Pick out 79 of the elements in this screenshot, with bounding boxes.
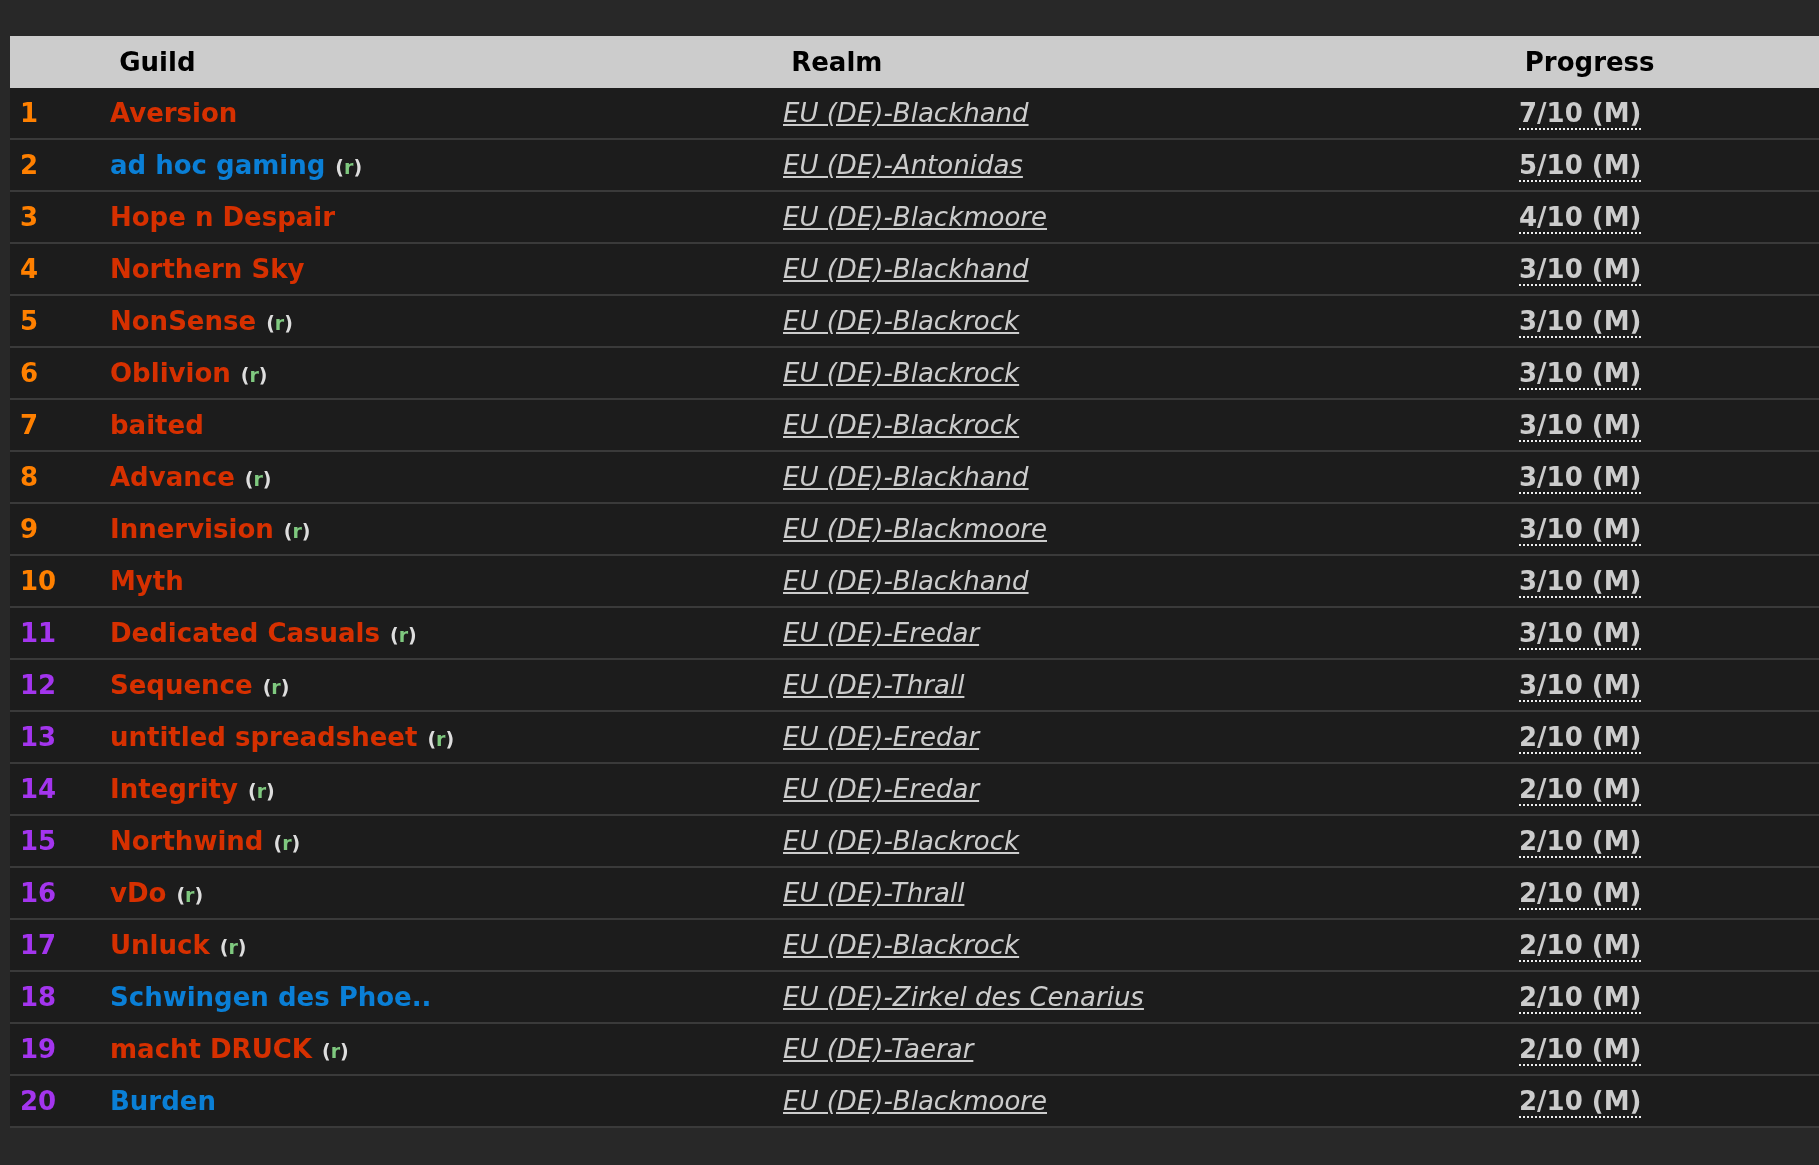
realm-link[interactable]: EU (DE)-Blackrock [783, 410, 1020, 440]
recruiting-tag: (r) [266, 312, 293, 334]
rank-number: 9 [20, 514, 39, 544]
recruiting-tag: (r) [322, 1040, 349, 1062]
rank-number: 12 [20, 670, 57, 700]
progress-text: 3/10 (M) [1519, 306, 1642, 338]
progress-text: 2/10 (M) [1519, 826, 1642, 858]
progress-text: 3/10 (M) [1519, 410, 1642, 442]
progress-text: 2/10 (M) [1519, 722, 1642, 754]
recruiting-tag: (r) [247, 780, 275, 802]
progress-text: 2/10 (M) [1519, 878, 1642, 910]
rank-number: 20 [20, 1086, 57, 1116]
realm-link[interactable]: EU (DE)-Blackhand [783, 98, 1029, 128]
realm-link[interactable]: EU (DE)-Blackhand [783, 462, 1029, 492]
progress-text: 7/10 (M) [1519, 98, 1642, 130]
realm-link[interactable]: EU (DE)-Antonidas [783, 150, 1023, 180]
rank-number: 3 [20, 202, 39, 232]
rank-number: 5 [20, 306, 39, 336]
recruiting-tag: (r) [244, 468, 272, 490]
realm-link[interactable]: EU (DE)-Blackhand [783, 566, 1029, 596]
progress-text: 3/10 (M) [1519, 462, 1642, 494]
column-header[interactable]: Realm [791, 47, 883, 77]
recruiting-tag: (r) [283, 520, 311, 542]
realm-link[interactable]: EU (DE)-Eredar [783, 774, 980, 804]
recruiting-tag: (r) [262, 676, 290, 698]
rank-number: 17 [20, 930, 57, 960]
recruiting-tag: (r) [176, 884, 204, 906]
realm-link[interactable]: EU (DE)-Taerar [783, 1034, 974, 1064]
progress-text: 3/10 (M) [1519, 566, 1642, 598]
recruiting-tag: (r) [219, 936, 247, 958]
rank-number: 14 [20, 774, 57, 804]
rank-number: 1 [20, 98, 39, 128]
rank-number: 19 [20, 1034, 57, 1064]
progress-text: 5/10 (M) [1519, 150, 1642, 182]
guild-link[interactable]: Schwingen des Phoe.. [110, 982, 432, 1012]
recruiting-tag: (r) [273, 832, 301, 854]
recruiting-tag: (r) [389, 624, 417, 646]
progress-text: 2/10 (M) [1519, 930, 1642, 962]
rank-number: 6 [20, 358, 39, 388]
realm-link[interactable]: EU (DE)-Blackmoore [783, 1086, 1047, 1116]
progress-text: 3/10 (M) [1519, 670, 1642, 702]
progress-text: 3/10 (M) [1519, 254, 1642, 286]
rank-number: 2 [20, 150, 39, 180]
progress-text: 2/10 (M) [1519, 1034, 1642, 1066]
guild-link[interactable]: ad hoc gaming [110, 150, 326, 180]
rank-number: 10 [20, 566, 57, 596]
rank-number: 13 [20, 722, 57, 752]
realm-link[interactable]: EU (DE)-Eredar [783, 722, 980, 752]
guild-link[interactable]: Burden [110, 1086, 216, 1116]
progress-text: 2/10 (M) [1519, 1086, 1642, 1118]
rank-number: 4 [20, 254, 39, 284]
realm-link[interactable]: EU (DE)-Blackrock [783, 826, 1020, 856]
realm-link[interactable]: EU (DE)-Zirkel des Cenarius [783, 982, 1144, 1012]
realm-link[interactable]: EU (DE)-Blackrock [783, 930, 1020, 960]
realm-link[interactable]: EU (DE)-Blackhand [783, 254, 1029, 284]
rank-number: 16 [20, 878, 57, 908]
recruiting-tag: (r) [335, 156, 363, 178]
progress-text: 3/10 (M) [1519, 514, 1642, 546]
realm-link[interactable]: EU (DE)-Thrall [783, 878, 965, 908]
progress-text: 4/10 (M) [1519, 202, 1642, 234]
realm-link[interactable]: EU (DE)-Blackmoore [783, 202, 1047, 232]
progress-text: 3/10 (M) [1519, 358, 1642, 390]
progress-text: 2/10 (M) [1519, 774, 1642, 806]
realm-link[interactable]: EU (DE)-Eredar [783, 618, 980, 648]
progress-text: 2/10 (M) [1519, 982, 1642, 1014]
realm-link[interactable]: EU (DE)-Blackrock [783, 358, 1020, 388]
realm-link[interactable]: EU (DE)-Blackrock [783, 306, 1020, 336]
progress-text: 3/10 (M) [1519, 618, 1642, 650]
rank-number: 8 [20, 462, 39, 492]
realm-link[interactable]: EU (DE)-Blackmoore [783, 514, 1047, 544]
rank-number: 7 [20, 410, 39, 440]
column-header[interactable]: Guild [119, 47, 196, 77]
recruiting-tag: (r) [427, 728, 455, 750]
column-header[interactable]: Progress [1524, 47, 1655, 77]
rank-number: 18 [20, 982, 57, 1012]
rank-number: 15 [20, 826, 57, 856]
realm-link[interactable]: EU (DE)-Thrall [783, 670, 965, 700]
recruiting-tag: (r) [240, 364, 268, 386]
rank-number: 11 [20, 618, 57, 648]
